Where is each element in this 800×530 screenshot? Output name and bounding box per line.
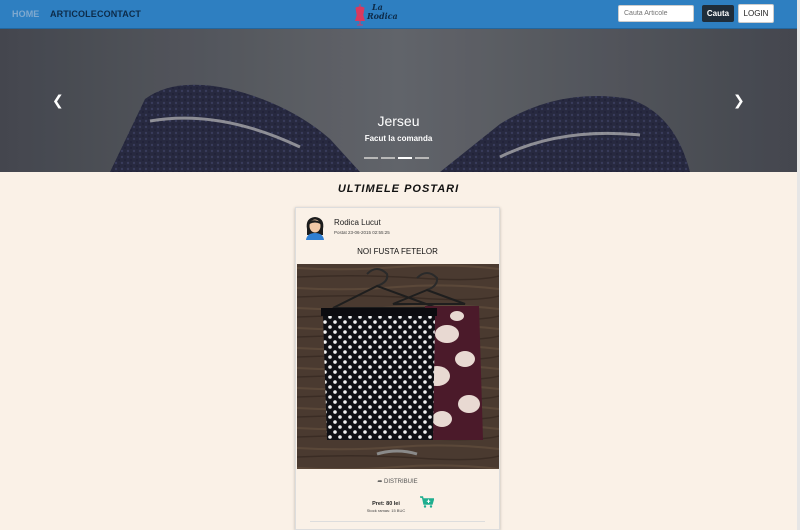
search-input[interactable] [618, 5, 694, 22]
top-navbar: HOME ARTICOLE CONTACT La Rodica Cauta LO… [0, 0, 797, 29]
nav-articles-link[interactable]: ARTICOLE [50, 9, 97, 19]
carousel-caption-subtitle: Facut la comanda [364, 134, 433, 143]
section-title: ULTIMELE POSTARI [337, 183, 460, 195]
carousel-indicators [364, 157, 432, 161]
divider [310, 521, 485, 522]
hero-carousel: ❮ ❯ Jerseu Facut la comanda [0, 29, 797, 172]
carousel-indicator[interactable] [381, 157, 395, 159]
carousel-slide-image [0, 29, 797, 172]
avatar [306, 217, 324, 240]
carousel-indicator-active[interactable] [398, 157, 412, 159]
share-label: DISTRIBUIE [384, 479, 418, 485]
dress-form-icon [355, 4, 365, 26]
search-button[interactable]: Cauta [702, 5, 734, 22]
post-author[interactable]: Rodica Lucut [334, 218, 381, 227]
logo-text: La Rodica [367, 3, 398, 21]
nav-contact-link[interactable]: CONTACT [97, 9, 141, 19]
carousel-caption-title: Jerseu [377, 113, 420, 129]
logo-line-2: Rodica [367, 11, 398, 21]
site-logo[interactable]: La Rodica [354, 2, 398, 27]
post-timestamp: Postat 23-06-2015 02:55:25 [334, 230, 390, 235]
carousel-indicator[interactable] [364, 157, 378, 159]
share-button[interactable]: ➦ DISTRIBUIE [296, 478, 499, 485]
carousel-prev-icon[interactable]: ❮ [52, 93, 64, 109]
post-image[interactable] [297, 264, 499, 469]
post-price: Pret: 80 lei [372, 501, 400, 507]
post-title[interactable]: NOI FUSTA FETELOR [296, 247, 499, 256]
post-card: Rodica Lucut Postat 23-06-2015 02:55:25 … [295, 207, 500, 530]
carousel-next-icon[interactable]: ❯ [733, 93, 745, 109]
carousel-indicator[interactable] [415, 157, 429, 159]
add-to-cart-icon[interactable] [420, 496, 434, 508]
nav-home-link[interactable]: HOME [12, 9, 39, 19]
post-stock: Stock ramas: 15 BUC [366, 508, 406, 513]
login-button[interactable]: LOGIN [738, 4, 774, 23]
share-icon: ➦ [377, 479, 383, 485]
